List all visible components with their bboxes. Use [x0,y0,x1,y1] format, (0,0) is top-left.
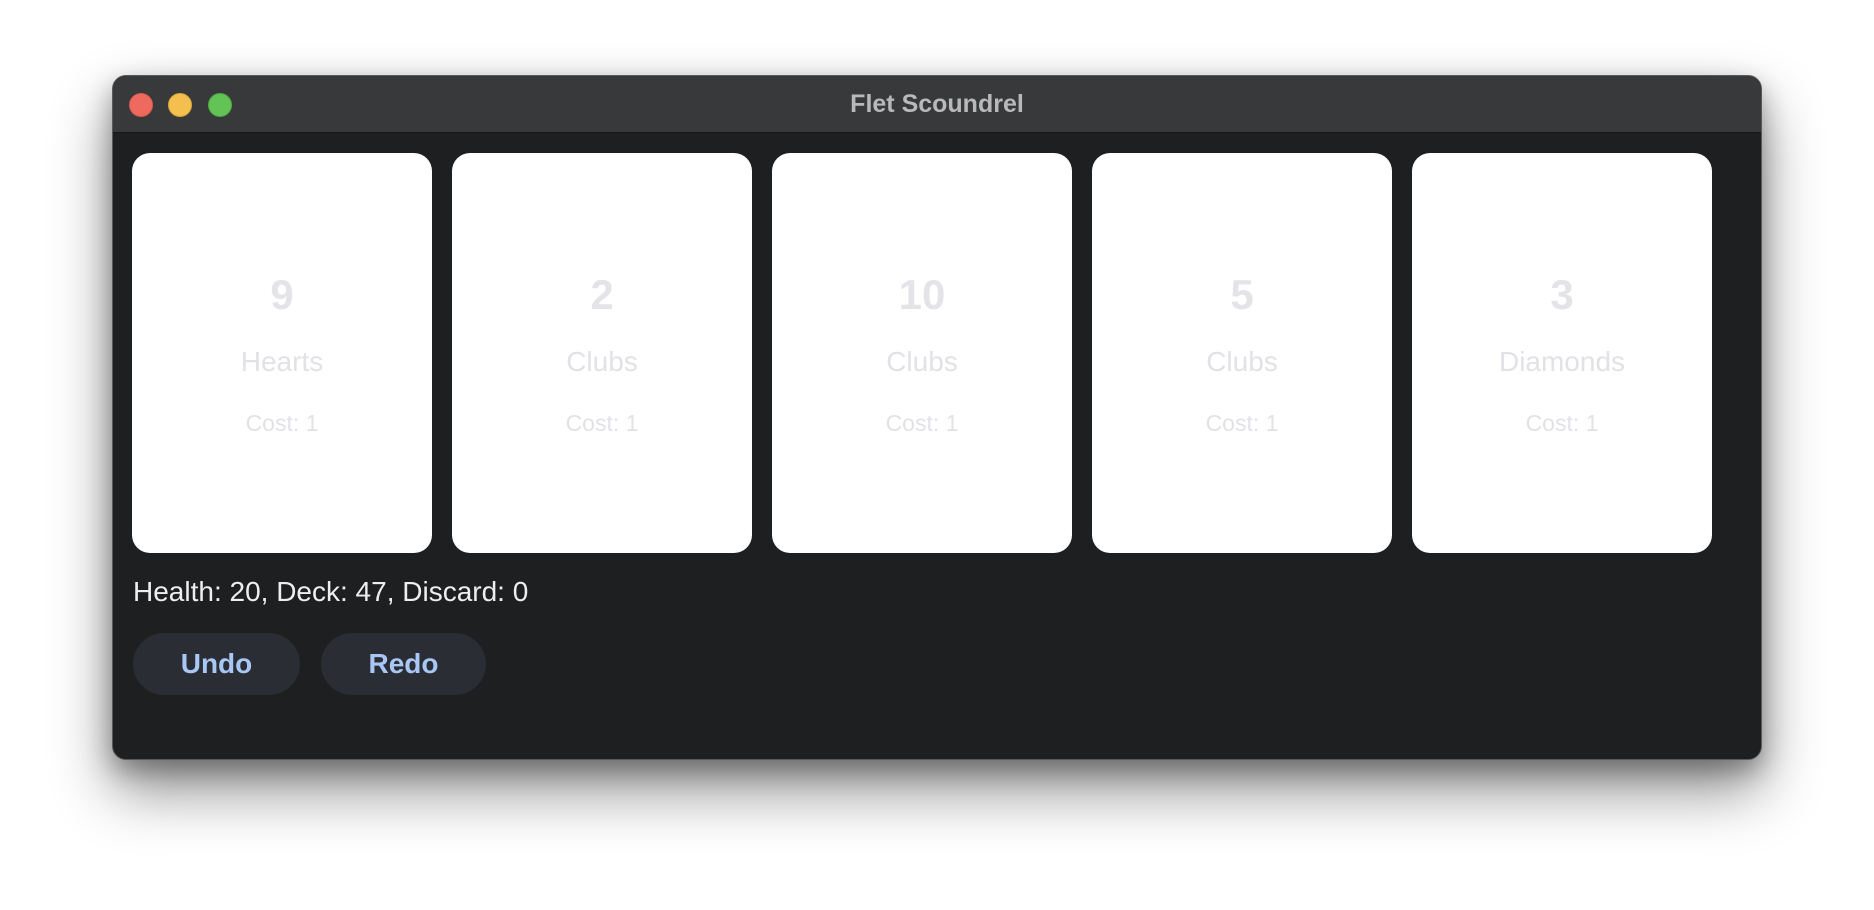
title-bar[interactable]: Flet Scoundrel [113,76,1761,133]
card-suit: Clubs [886,346,958,377]
window-title: Flet Scoundrel [850,90,1024,118]
card-suit: Diamonds [1498,346,1626,377]
card[interactable]: 2 Clubs Cost: 1 [452,153,752,553]
card-cost: Cost: 1 [245,410,319,436]
undo-button[interactable]: Undo [133,633,300,695]
card-rank: 5 [1230,271,1254,318]
card[interactable]: 5 Clubs Cost: 1 [1092,153,1392,553]
card[interactable]: 3 Diamonds Cost: 1 [1412,153,1712,553]
card-rank: 9 [270,271,294,318]
card-rank: 2 [590,271,614,318]
card-rank: 3 [1550,271,1574,318]
card-row: 9 Hearts Cost: 1 2 Clubs Cost: 1 10 Club… [132,153,1712,553]
card[interactable]: 9 Hearts Cost: 1 [132,153,432,553]
game-status-text: Health: 20, Deck: 47, Discard: 0 [133,576,529,607]
redo-button[interactable]: Redo [321,633,486,695]
card-cost: Cost: 1 [1205,410,1279,436]
card-cost: Cost: 1 [885,410,959,436]
card-suit: Hearts [240,346,324,377]
app-window: Flet Scoundrel 9 Hearts Cost: 1 2 Clubs … [112,75,1762,760]
card[interactable]: 10 Clubs Cost: 1 [772,153,1072,553]
card-suit: Clubs [566,346,638,377]
card-cost: Cost: 1 [565,410,639,436]
card-rank: 10 [898,271,946,318]
card-cost: Cost: 1 [1525,410,1599,436]
card-suit: Clubs [1206,346,1278,377]
